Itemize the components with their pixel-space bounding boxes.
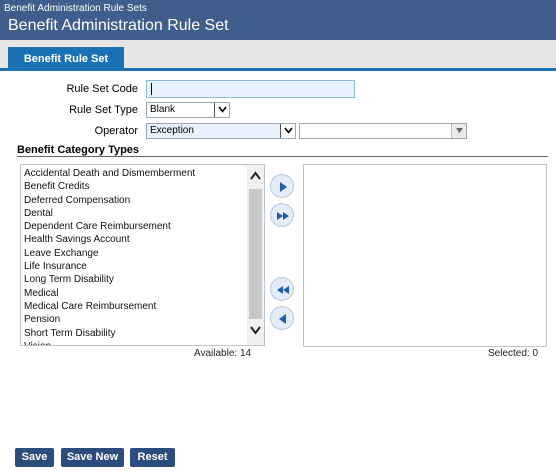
list-item[interactable]: Dental — [24, 207, 249, 220]
operator-select[interactable]: Exception — [146, 123, 296, 139]
list-item[interactable]: Long Term Disability — [24, 273, 249, 286]
list-item[interactable]: Dependent Care Reimbursement — [24, 220, 249, 233]
rule-set-type-select[interactable]: Blank — [146, 102, 230, 118]
move-all-right-icon — [277, 212, 289, 220]
selected-count: Selected: 0 — [488, 348, 539, 359]
list-item[interactable]: Vision — [24, 340, 249, 345]
rule-set-type-label: Rule Set Type — [69, 104, 138, 116]
rule-set-code-label: Rule Set Code — [66, 83, 138, 95]
tab-strip: Benefit Rule Set — [0, 40, 556, 71]
move-right-button[interactable] — [270, 174, 294, 198]
window-title-bar: Benefit Administration Rule Sets Benefit… — [0, 0, 556, 40]
save-new-button[interactable]: Save New — [61, 448, 124, 467]
list-item[interactable]: Benefit Credits — [24, 180, 249, 193]
text-cursor — [151, 83, 152, 95]
chevron-down-icon[interactable] — [280, 124, 295, 138]
section-divider — [17, 156, 548, 157]
dropdown-arrow-icon[interactable] — [451, 124, 466, 138]
scroll-down-icon[interactable] — [249, 323, 262, 339]
move-left-button[interactable] — [270, 306, 294, 330]
list-item[interactable]: Medical — [24, 287, 249, 300]
selected-list[interactable] — [303, 164, 547, 347]
rule-set-code-input[interactable] — [146, 80, 355, 98]
available-items: Accidental Death and Dismemberment Benefi… — [24, 167, 249, 345]
chevron-down-icon[interactable] — [214, 103, 229, 117]
operator-label: Operator — [94, 125, 138, 137]
page-title: Benefit Administration Rule Set — [8, 17, 229, 34]
operator-value-select[interactable] — [299, 123, 467, 139]
operator-value: Exception — [150, 125, 194, 136]
tab-benefit-rule-set[interactable]: Benefit Rule Set — [8, 47, 124, 71]
save-button[interactable]: Save — [15, 448, 54, 467]
list-item[interactable]: Life Insurance — [24, 260, 249, 273]
available-list[interactable]: Accidental Death and Dismemberment Benefi… — [20, 164, 265, 346]
list-item[interactable]: Deferred Compensation — [24, 194, 249, 207]
scroll-up-icon[interactable] — [249, 169, 262, 185]
list-item[interactable]: Leave Exchange — [24, 247, 249, 260]
move-all-right-button[interactable] — [270, 203, 294, 227]
list-item[interactable]: Short Term Disability — [24, 327, 249, 340]
move-all-left-icon — [277, 286, 289, 294]
move-left-icon — [279, 314, 286, 324]
list-item[interactable]: Pension — [24, 313, 249, 326]
benefit-category-types-heading: Benefit Category Types — [17, 144, 140, 156]
list-scrollbar[interactable] — [247, 165, 264, 345]
scroll-thumb[interactable] — [249, 189, 262, 319]
available-count: Available: 14 — [194, 348, 252, 359]
list-item[interactable]: Health Savings Account — [24, 233, 249, 246]
reset-button[interactable]: Reset — [130, 448, 175, 467]
move-right-icon — [280, 182, 287, 192]
list-item[interactable]: Accidental Death and Dismemberment — [24, 167, 249, 180]
rule-set-type-value: Blank — [150, 104, 176, 115]
breadcrumb[interactable]: Benefit Administration Rule Sets — [4, 3, 147, 14]
list-item[interactable]: Medical Care Reimbursement — [24, 300, 249, 313]
move-all-left-button[interactable] — [270, 277, 294, 301]
